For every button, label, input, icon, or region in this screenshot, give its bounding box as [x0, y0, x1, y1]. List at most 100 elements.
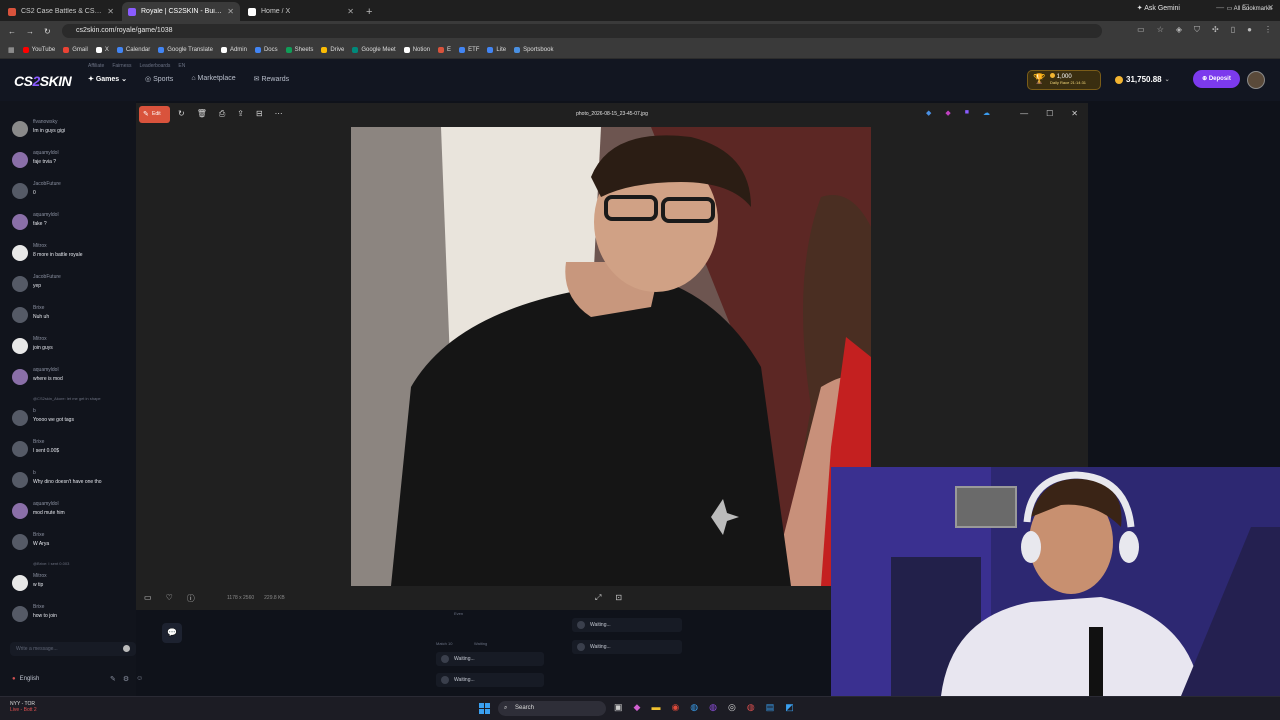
avatar[interactable] — [12, 121, 28, 137]
reload-icon[interactable]: ↻ — [44, 27, 51, 36]
language-selector[interactable]: ● English — [12, 676, 39, 682]
chat-username[interactable]: Mitrox — [33, 573, 47, 579]
info-icon[interactable]: ⓘ — [187, 593, 195, 604]
bookmark-item[interactable]: Sportsbook — [514, 46, 553, 53]
nav-item-sports[interactable]: ◎ Sports — [145, 75, 173, 83]
clipchamp-icon[interactable]: ◆ — [945, 109, 950, 117]
bookmark-item[interactable]: Drive — [321, 46, 344, 53]
bookmark-item[interactable]: Lite — [487, 46, 506, 53]
user-icon[interactable]: ☺ — [136, 675, 143, 683]
nav-item-marketplace[interactable]: ⌂ Marketplace — [191, 75, 235, 83]
file-explorer-icon[interactable]: ▬ — [651, 702, 660, 713]
bookmark-item[interactable]: Gmail — [63, 46, 88, 53]
task-view-icon[interactable]: ▣ — [614, 702, 623, 713]
heart-icon[interactable]: ♡ — [166, 593, 173, 604]
url-input[interactable]: cs2skin.com/royale/game/1038 — [62, 24, 1102, 38]
chat-username[interactable]: Brixe — [33, 604, 44, 610]
app-icon[interactable]: ◍ — [747, 702, 755, 713]
onedrive-icon[interactable]: ☁ — [983, 109, 990, 117]
close-tab-icon[interactable]: ✕ — [107, 7, 114, 16]
chat-username[interactable]: flvanowsky — [33, 119, 57, 125]
profile-icon[interactable]: ● — [1247, 25, 1252, 35]
chat-username[interactable]: Mitrox — [33, 243, 47, 249]
avatar[interactable] — [12, 307, 28, 323]
settings-icon[interactable]: ⚙ — [123, 675, 129, 683]
menu-icon[interactable]: ⋮ — [1264, 25, 1272, 35]
close-tab-icon[interactable]: ✕ — [227, 7, 234, 16]
chrome-icon[interactable]: ◉ — [671, 702, 679, 713]
taskbar-search[interactable]: ⌕ Search — [498, 701, 606, 716]
chat-username[interactable]: Brixe — [33, 532, 44, 538]
avatar[interactable] — [12, 534, 28, 550]
ask-gemini-button[interactable]: ✦ Ask Gemini — [1137, 4, 1180, 12]
chat-input[interactable]: Write a message... — [10, 642, 136, 656]
filmstrip-icon[interactable]: ▭ — [144, 593, 152, 604]
daily-race-widget[interactable]: 🏆 1,000 Daily Race 21:14:31 — [1027, 70, 1101, 90]
chat-bubble-icon[interactable]: 💬 — [162, 623, 182, 643]
avatar[interactable] — [12, 152, 28, 168]
pin-icon[interactable]: ✎ — [110, 675, 116, 683]
avatar[interactable] — [12, 369, 28, 385]
browser-tab[interactable]: Royale | CS2SKIN - Built for pl ✕ — [122, 2, 240, 21]
nav-item-games[interactable]: ✦ Games ⌄ — [88, 75, 127, 83]
minimize-icon[interactable]: — — [1020, 109, 1028, 118]
close-tab-icon[interactable]: ✕ — [347, 7, 354, 16]
bookmark-item[interactable]: Sheets — [285, 46, 313, 53]
fit-icon[interactable]: ⤢ — [595, 593, 601, 603]
avatar[interactable] — [1247, 71, 1265, 89]
avatar[interactable] — [12, 472, 28, 488]
chat-username[interactable]: b — [33, 470, 36, 476]
actual-size-icon[interactable]: ⊡ — [615, 593, 622, 603]
star-icon[interactable]: ☆ — [1157, 25, 1164, 35]
bookmark-item[interactable]: E — [438, 46, 451, 53]
photo-image[interactable] — [351, 127, 871, 586]
avatar[interactable] — [12, 338, 28, 354]
apps-grid-icon[interactable]: ▦ — [8, 46, 15, 54]
bookmark-item[interactable]: Calendar — [116, 46, 150, 53]
browser-tab[interactable]: CS2 Case Battles & CSGO Case ✕ — [2, 2, 120, 21]
chat-username[interactable]: aquamyldol — [33, 367, 59, 373]
emoji-icon[interactable] — [123, 645, 130, 652]
app-icon[interactable]: ◍ — [709, 702, 717, 713]
site-logo[interactable]: CS2SKIN — [14, 73, 72, 89]
video-icon[interactable]: ■ — [965, 109, 969, 117]
all-bookmarks[interactable]: ▭ All Bookmarks — [1227, 5, 1272, 12]
chat-username[interactable]: b — [33, 408, 36, 414]
photos-icon[interactable]: ◩ — [785, 702, 794, 713]
copilot-icon[interactable]: ◆ — [634, 702, 641, 713]
browser-tab[interactable]: Home / X ✕ — [242, 2, 360, 21]
avatar[interactable] — [12, 183, 28, 199]
extension-icon[interactable]: ◈ — [1176, 25, 1182, 35]
avatar[interactable] — [12, 503, 28, 519]
maximize-icon[interactable]: ☐ — [1046, 109, 1053, 118]
chat-username[interactable]: JacobFuture — [33, 181, 61, 187]
designer-icon[interactable]: ◆ — [926, 109, 931, 117]
bookmark-item[interactable]: ETF — [459, 46, 479, 53]
bookmark-item[interactable]: Google Meet — [352, 46, 396, 53]
top-link[interactable]: EN — [178, 63, 185, 69]
bookmark-item[interactable]: YouTube — [22, 46, 55, 53]
new-tab-button[interactable]: + — [366, 6, 372, 18]
notes-icon[interactable]: ▤ — [766, 702, 775, 713]
nav-item-rewards[interactable]: ✉ Rewards — [254, 75, 289, 83]
weather-widget[interactable]: NYY - TOR Live - Bott 2 — [10, 701, 37, 713]
avatar[interactable] — [12, 606, 28, 622]
back-icon[interactable]: ← — [8, 27, 16, 36]
sidebar-icon[interactable]: ▯ — [1231, 25, 1235, 35]
avatar[interactable] — [12, 276, 28, 292]
bookmark-item[interactable]: Google Translate — [158, 46, 213, 53]
avatar[interactable] — [12, 245, 28, 261]
chat-username[interactable]: JacobFuture — [33, 274, 61, 280]
balance[interactable]: 31,750.88 ⌄ — [1115, 75, 1170, 84]
bookmark-item[interactable]: X — [95, 46, 109, 53]
avatar[interactable] — [12, 441, 28, 457]
chat-username[interactable]: Brixe — [33, 439, 44, 445]
top-link[interactable]: Fairness — [112, 63, 131, 69]
shield-icon[interactable]: ⛉ — [1194, 25, 1200, 35]
obs-icon[interactable]: ◎ — [728, 702, 736, 713]
chat-username[interactable]: aquamyldol — [33, 150, 59, 156]
forward-icon[interactable]: → — [26, 27, 34, 36]
avatar[interactable] — [12, 575, 28, 591]
avatar[interactable] — [12, 410, 28, 426]
bookmark-item[interactable]: Notion — [403, 46, 430, 53]
